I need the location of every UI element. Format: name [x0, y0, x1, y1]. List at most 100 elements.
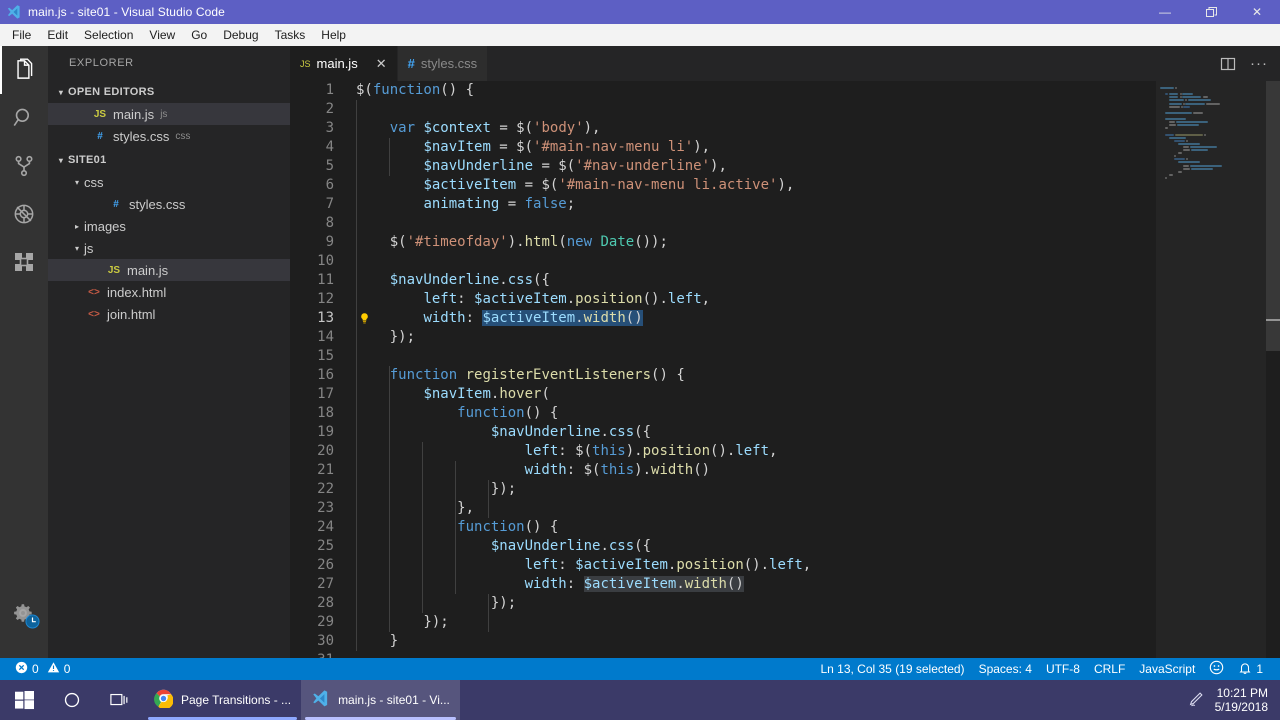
code-line[interactable]: 7 animating = false; — [290, 195, 1280, 214]
code-text[interactable]: left: $activeItem.position().left, — [356, 556, 812, 575]
code-text[interactable]: $navUnderline = $('#nav-underline'), — [356, 157, 726, 176]
code-text[interactable]: function() { — [356, 518, 558, 537]
taskbar-app-vscode[interactable]: main.js - site01 - Vi... — [301, 680, 460, 720]
code-text[interactable]: $navUnderline.css({ — [356, 423, 651, 442]
code-text[interactable]: width: $activeItem.width() — [356, 575, 744, 594]
menu-selection[interactable]: Selection — [76, 26, 141, 44]
code-line[interactable]: 24 function() { — [290, 518, 1280, 537]
status-cursor-position[interactable]: Ln 13, Col 35 (19 selected) — [813, 658, 971, 680]
code-text[interactable]: function registerEventListeners() { — [356, 366, 685, 385]
code-editor[interactable]: 1 $(function() {2 3 var $context = $('body… — [290, 81, 1280, 668]
code-text[interactable]: $activeItem = $('#main-nav-menu li.activ… — [356, 176, 794, 195]
lightbulb-icon[interactable] — [358, 312, 372, 326]
minimap[interactable] — [1156, 81, 1266, 668]
folder-js[interactable]: ▾ js — [48, 237, 290, 259]
code-line[interactable]: 15 — [290, 347, 1280, 366]
folder-css[interactable]: ▾ css — [48, 171, 290, 193]
code-line[interactable]: 2 — [290, 100, 1280, 119]
sidebar-item-debug[interactable] — [0, 190, 48, 238]
code-line[interactable]: 1 $(function() { — [290, 81, 1280, 100]
ellipsis-icon[interactable]: ··· — [1250, 56, 1268, 71]
code-line[interactable]: 10 — [290, 252, 1280, 271]
pen-tray-icon[interactable] — [1187, 690, 1205, 711]
code-text[interactable]: $navUnderline.css({ — [356, 537, 651, 556]
status-problems[interactable]: 0 0 — [8, 658, 77, 680]
code-line[interactable]: 22 }); — [290, 480, 1280, 499]
menu-file[interactable]: File — [4, 26, 39, 44]
windows-start-icon[interactable] — [0, 680, 48, 720]
task-view-icon[interactable] — [96, 680, 144, 720]
section-open-editors[interactable]: ▾ OPEN EDITORS — [48, 81, 290, 103]
code-line[interactable]: 30 } — [290, 632, 1280, 651]
open-editor-main-js[interactable]: JS main.js js — [48, 103, 290, 125]
code-text[interactable]: var $context = $('body'), — [356, 119, 601, 138]
code-text[interactable]: }); — [356, 613, 448, 632]
code-line[interactable]: 27 width: $activeItem.width() — [290, 575, 1280, 594]
close-icon[interactable]: ✕ — [376, 57, 387, 70]
code-text[interactable]: $navUnderline.css({ — [356, 271, 550, 290]
tab-main-js[interactable]: JS main.js ✕ — [290, 46, 398, 81]
code-line[interactable]: 26 left: $activeItem.position().left, — [290, 556, 1280, 575]
code-line[interactable]: 12 left: $activeItem.position().left, — [290, 290, 1280, 309]
code-line[interactable]: 17 $navItem.hover( — [290, 385, 1280, 404]
code-text[interactable]: $navItem.hover( — [356, 385, 549, 404]
code-text[interactable]: }); — [356, 480, 516, 499]
code-text[interactable]: $(function() { — [356, 81, 474, 100]
sidebar-item-source-control[interactable] — [0, 142, 48, 190]
code-text[interactable]: left: $activeItem.position().left, — [356, 290, 710, 309]
code-line[interactable]: 25 $navUnderline.css({ — [290, 537, 1280, 556]
code-line[interactable]: 19 $navUnderline.css({ — [290, 423, 1280, 442]
code-line[interactable]: 18 function() { — [290, 404, 1280, 423]
menu-go[interactable]: Go — [183, 26, 215, 44]
minimize-button[interactable]: — — [1142, 0, 1188, 24]
file-join-html[interactable]: <> join.html — [48, 303, 290, 325]
status-eol[interactable]: CRLF — [1087, 658, 1132, 680]
tab-styles-css[interactable]: # styles.css — [397, 46, 489, 81]
code-line[interactable]: 21 width: $(this).width() — [290, 461, 1280, 480]
code-text[interactable]: }); — [356, 328, 415, 347]
menu-tasks[interactable]: Tasks — [267, 26, 314, 44]
code-text[interactable]: $('#timeofday').html(new Date()); — [356, 233, 668, 252]
code-line[interactable]: 29 }); — [290, 613, 1280, 632]
code-text[interactable]: width: $(this).width() — [356, 461, 710, 480]
cortana-circle-icon[interactable] — [48, 680, 96, 720]
menu-edit[interactable]: Edit — [39, 26, 76, 44]
code-text[interactable]: width: $activeItem.width() — [356, 309, 643, 328]
maximize-button[interactable] — [1188, 0, 1234, 24]
file-index-html[interactable]: <> index.html — [48, 281, 290, 303]
split-editor-icon[interactable] — [1220, 56, 1236, 72]
code-text[interactable]: left: $(this).position().left, — [356, 442, 778, 461]
code-text[interactable]: function() { — [356, 404, 558, 423]
section-folder-site01[interactable]: ▾ SITE01 — [48, 149, 290, 171]
code-line[interactable]: 8 — [290, 214, 1280, 233]
sidebar-item-search[interactable] — [0, 94, 48, 142]
status-indentation[interactable]: Spaces: 4 — [972, 658, 1039, 680]
code-line[interactable]: 9 $('#timeofday').html(new Date()); — [290, 233, 1280, 252]
code-line[interactable]: 14 }); — [290, 328, 1280, 347]
file-styles-css[interactable]: # styles.css — [48, 193, 290, 215]
code-text[interactable]: }, — [356, 499, 474, 518]
taskbar-app-chrome[interactable]: Page Transitions - ... — [144, 680, 301, 720]
code-text[interactable]: } — [356, 632, 398, 651]
menu-debug[interactable]: Debug — [215, 26, 266, 44]
code-line[interactable]: 6 $activeItem = $('#main-nav-menu li.act… — [290, 176, 1280, 195]
code-text[interactable]: $navItem = $('#main-nav-menu li'), — [356, 138, 710, 157]
code-line[interactable]: 23 }, — [290, 499, 1280, 518]
editor-scrollbar[interactable] — [1266, 81, 1280, 668]
close-button[interactable]: ✕ — [1234, 0, 1280, 24]
menu-help[interactable]: Help — [313, 26, 354, 44]
code-line[interactable]: 4 $navItem = $('#main-nav-menu li'), — [290, 138, 1280, 157]
open-editor-styles-css[interactable]: # styles.css css — [48, 125, 290, 147]
code-text[interactable]: }); — [356, 594, 516, 613]
scrollbar-thumb[interactable] — [1266, 81, 1280, 351]
status-encoding[interactable]: UTF-8 — [1039, 658, 1087, 680]
sidebar-item-explorer[interactable] — [0, 46, 48, 94]
code-line[interactable]: 11 $navUnderline.css({ — [290, 271, 1280, 290]
status-feedback[interactable] — [1202, 658, 1231, 680]
code-text[interactable]: animating = false; — [356, 195, 575, 214]
code-line[interactable]: 13 width: $activeItem.width() — [290, 309, 1280, 328]
menu-view[interactable]: View — [141, 26, 183, 44]
code-line[interactable]: 5 $navUnderline = $('#nav-underline'), — [290, 157, 1280, 176]
code-line[interactable]: 20 left: $(this).position().left, — [290, 442, 1280, 461]
manage-button[interactable] — [0, 590, 48, 638]
